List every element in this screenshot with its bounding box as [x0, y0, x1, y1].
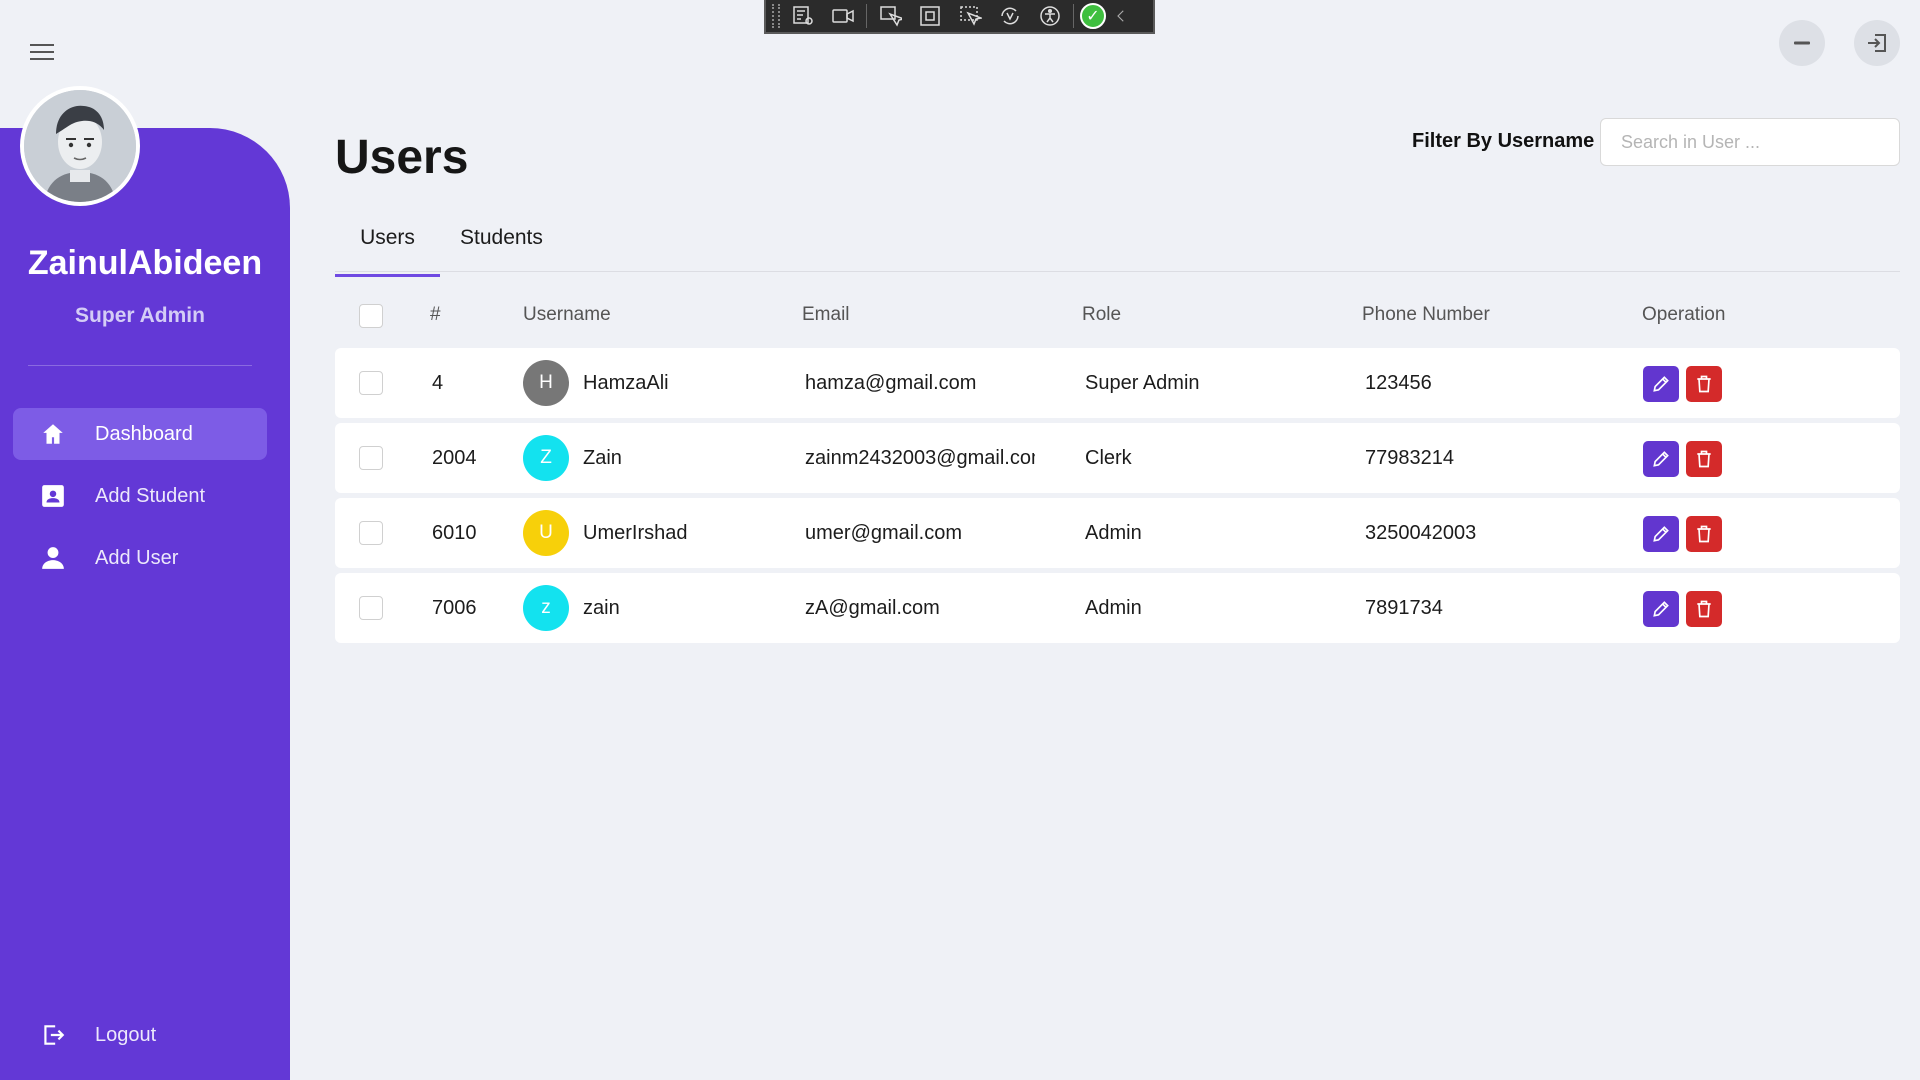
sidebar-item-label: Add Student	[95, 484, 206, 507]
row-phone: 77983214	[1365, 447, 1454, 469]
row-email: umer@gmail.com	[805, 522, 963, 544]
sidebar-divider	[28, 365, 252, 366]
row-role: Clerk	[1085, 447, 1132, 469]
row-role: Admin	[1085, 597, 1142, 619]
trash-icon	[1697, 375, 1711, 393]
delete-button[interactable]	[1686, 441, 1722, 477]
logout-icon	[39, 1022, 67, 1048]
pencil-icon	[1653, 376, 1669, 392]
avatar-image	[24, 90, 136, 202]
edit-button[interactable]	[1643, 441, 1679, 477]
delete-button[interactable]	[1686, 366, 1722, 402]
avatar	[20, 86, 140, 206]
row-username: UmerIrshad	[583, 522, 688, 544]
row-phone: 3250042003	[1365, 522, 1477, 544]
hamburger-menu-icon[interactable]	[30, 44, 54, 64]
trash-icon	[1697, 525, 1711, 543]
sidebar-item-dashboard[interactable]: Dashboard	[13, 408, 267, 460]
row-checkbox[interactable]	[359, 521, 383, 545]
row-role: Super Admin	[1085, 372, 1200, 394]
row-id: 4	[432, 372, 444, 394]
table-row: 7006 z zain zA@gmail.com Admin 7891734	[335, 573, 1900, 643]
sidebar-item-add-user[interactable]: Add User	[13, 532, 267, 584]
profile-name: ZainulAbideen	[27, 244, 263, 282]
exit-button[interactable]	[1854, 20, 1900, 66]
row-checkbox[interactable]	[359, 596, 383, 620]
row-id: 2004	[432, 447, 477, 469]
row-email: zA@gmail.com	[805, 597, 940, 619]
minus-icon	[1794, 41, 1810, 45]
pencil-icon	[1653, 451, 1669, 467]
row-email: hamza@gmail.com	[805, 372, 977, 394]
tab-users[interactable]: Users	[335, 226, 440, 277]
column-header: Role	[1082, 304, 1122, 325]
toolbar-grip[interactable]	[772, 4, 780, 28]
column-header: Username	[523, 304, 611, 325]
row-phone: 123456	[1365, 372, 1432, 394]
toolbar-separator	[1073, 4, 1074, 28]
live-visual-tree-icon[interactable]	[786, 2, 820, 30]
select-element-icon[interactable]	[873, 2, 907, 30]
select-all-checkbox[interactable]	[359, 304, 383, 328]
hot-reload-icon[interactable]	[993, 2, 1027, 30]
pencil-icon	[1653, 601, 1669, 617]
edit-button[interactable]	[1643, 366, 1679, 402]
edit-button[interactable]	[1643, 516, 1679, 552]
user-avatar: U	[523, 510, 569, 556]
column-header: Operation	[1642, 304, 1726, 325]
user-avatar: Z	[523, 435, 569, 481]
user-avatar: H	[523, 360, 569, 406]
collapse-chevron-icon[interactable]	[1112, 2, 1130, 30]
edit-button[interactable]	[1643, 591, 1679, 627]
home-icon	[39, 421, 67, 447]
column-header: Email	[802, 304, 850, 325]
column-header: Phone Number	[1362, 304, 1490, 325]
tab-students[interactable]: Students	[450, 226, 543, 274]
user-avatar: z	[523, 585, 569, 631]
pencil-icon	[1653, 526, 1669, 542]
table-row: 6010 U UmerIrshad umer@gmail.com Admin 3…	[335, 498, 1900, 568]
row-id: 7006	[432, 597, 477, 619]
row-checkbox[interactable]	[359, 446, 383, 470]
trash-icon	[1697, 450, 1711, 468]
exit-icon	[1868, 34, 1886, 52]
minimize-button[interactable]	[1779, 20, 1825, 66]
row-email: zainm2432003@gmail.com	[805, 447, 1035, 469]
row-username: HamzaAli	[583, 372, 669, 394]
profile-role: Super Admin	[75, 304, 205, 327]
contact-card-icon	[39, 483, 67, 509]
table-row: 2004 Z Zain zainm2432003@gmail.com Clerk…	[335, 423, 1900, 493]
row-role: Admin	[1085, 522, 1142, 544]
checkmark-status-icon[interactable]: ✓	[1080, 3, 1106, 29]
row-username: Zain	[583, 447, 622, 469]
page-title: Users	[335, 131, 469, 184]
sidebar-item-add-student[interactable]: Add Student	[13, 470, 267, 522]
accessibility-icon[interactable]	[1033, 2, 1067, 30]
video-camera-icon[interactable]	[826, 2, 860, 30]
column-header: #	[430, 304, 441, 325]
row-username: zain	[583, 597, 620, 619]
search-input[interactable]	[1600, 118, 1900, 166]
delete-button[interactable]	[1686, 591, 1722, 627]
debug-toolbar: ✓	[764, 0, 1155, 34]
row-phone: 7891734	[1365, 597, 1443, 619]
sidebar-item-label: Dashboard	[95, 422, 193, 445]
sidebar-item-label: Add User	[95, 546, 179, 569]
table-header: # Username Email Role Phone Number Opera…	[335, 296, 1900, 336]
tab-bar: Users Students	[335, 218, 1900, 277]
sidebar-item-label: Logout	[95, 1023, 157, 1046]
filter-label: Filter By Username	[1412, 130, 1595, 152]
delete-button[interactable]	[1686, 516, 1722, 552]
row-id: 6010	[432, 522, 477, 544]
trash-icon	[1697, 600, 1711, 618]
table-row: 4 H HamzaAli hamza@gmail.com Super Admin…	[335, 348, 1900, 418]
track-focused-element-icon[interactable]	[953, 2, 987, 30]
sidebar-item-logout[interactable]: Logout	[13, 1009, 267, 1061]
display-layout-adorners-icon[interactable]	[913, 2, 947, 30]
person-icon	[39, 545, 67, 571]
row-checkbox[interactable]	[359, 371, 383, 395]
toolbar-separator	[866, 4, 867, 28]
